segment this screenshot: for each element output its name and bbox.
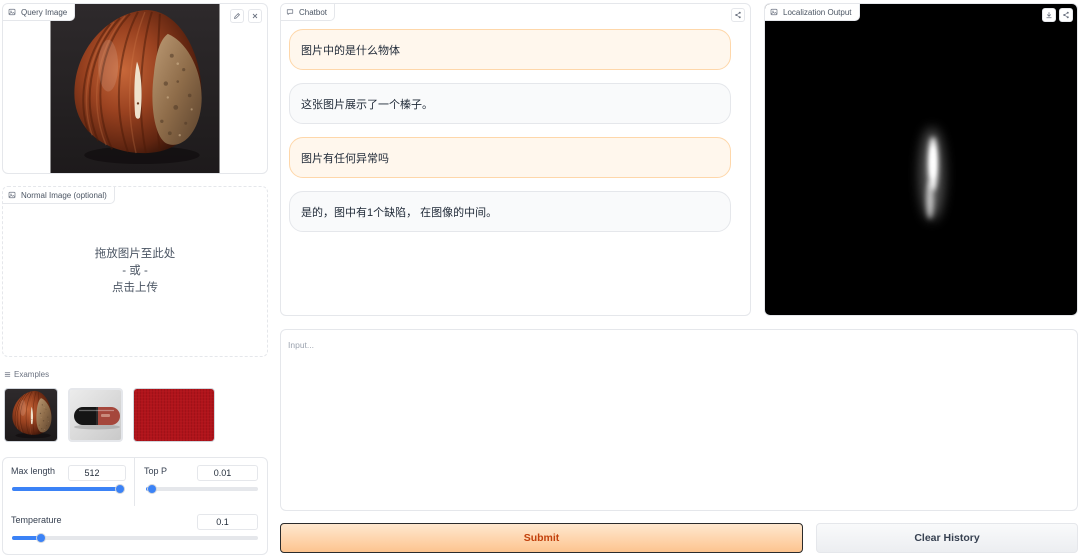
capsule-thumbnail-image bbox=[70, 390, 121, 440]
chat-icon bbox=[286, 8, 294, 16]
hazelnut-thumbnail-image bbox=[5, 389, 57, 441]
drop-text: 拖放图片至此处 bbox=[94, 248, 176, 260]
download-button[interactable] bbox=[1042, 8, 1056, 22]
image-icon bbox=[8, 8, 16, 16]
examples-label: Examples bbox=[4, 369, 49, 379]
localization-heatmap bbox=[920, 128, 944, 220]
user-message: 图片中的是什么物体 bbox=[289, 29, 731, 70]
message-input[interactable] bbox=[281, 330, 1077, 510]
upload-text: 点击上传 bbox=[112, 282, 158, 294]
anomaly-glow-peak bbox=[930, 146, 936, 178]
fabric-thumbnail-image bbox=[134, 389, 214, 441]
chatbot-label-text: Chatbot bbox=[299, 7, 328, 17]
normal-image-label-text: Normal Image (optional) bbox=[21, 190, 107, 200]
list-icon bbox=[4, 371, 11, 378]
bot-message: 这张图片展示了一个榛子。 bbox=[289, 83, 731, 124]
user-message: 图片有任何异常吗 bbox=[289, 137, 731, 178]
examples-label-text: Examples bbox=[14, 369, 50, 379]
slider-fill bbox=[12, 487, 120, 491]
example-thumbnail[interactable] bbox=[68, 388, 123, 442]
normal-image-label: Normal Image (optional) bbox=[3, 187, 115, 204]
slider-thumb[interactable] bbox=[35, 533, 46, 543]
column-divider bbox=[134, 458, 135, 506]
slider-track bbox=[12, 536, 258, 540]
chatbot-panel: Chatbot 图片中的是什么物体 这张图片展示了一个榛子。 图片有任何异常吗 … bbox=[280, 3, 751, 316]
message-list: 图片中的是什么物体 这张图片展示了一个榛子。 图片有任何异常吗 是的，图中有1个… bbox=[289, 29, 731, 232]
clear-history-button[interactable]: Clear History bbox=[816, 523, 1078, 553]
hazelnut-query-image bbox=[50, 4, 220, 173]
top-p-label: Top P bbox=[144, 466, 168, 476]
image-icon bbox=[770, 8, 778, 16]
edit-icon bbox=[233, 12, 241, 20]
generation-parameters-panel: Max length Top P Temperature bbox=[2, 457, 268, 555]
example-thumbnail[interactable] bbox=[4, 388, 58, 442]
temperature-label: Temperature bbox=[11, 515, 62, 525]
example-thumbnail[interactable] bbox=[133, 388, 215, 442]
bot-message: 是的，图中有1个缺陷， 在图像的中间。 bbox=[289, 191, 731, 232]
share-button[interactable] bbox=[731, 8, 745, 22]
max-length-label: Max length bbox=[11, 466, 56, 476]
temperature-slider[interactable] bbox=[12, 533, 258, 543]
slider-thumb[interactable] bbox=[147, 484, 158, 494]
image-icon bbox=[8, 191, 16, 199]
max-length-slider[interactable] bbox=[12, 484, 125, 494]
normal-image-panel: Normal Image (optional) 拖放图片至此处 - 或 - 点击… bbox=[2, 186, 268, 357]
slider-track bbox=[146, 487, 258, 491]
share-button[interactable] bbox=[1059, 8, 1073, 22]
top-p-slider[interactable] bbox=[146, 484, 258, 494]
max-length-input[interactable] bbox=[68, 465, 126, 481]
share-icon bbox=[734, 11, 742, 19]
temperature-input[interactable] bbox=[197, 514, 258, 530]
chatbot-label: Chatbot bbox=[281, 4, 336, 21]
query-image-label: Query Image bbox=[3, 4, 76, 21]
clear-image-button[interactable] bbox=[248, 9, 262, 23]
localization-label-text: Localization Output bbox=[783, 7, 852, 17]
query-image-panel: Query Image bbox=[2, 3, 268, 174]
query-image-label-text: Query Image bbox=[21, 7, 68, 17]
localization-output-panel: Localization Output bbox=[764, 3, 1078, 316]
submit-button[interactable]: Submit bbox=[280, 523, 803, 553]
top-p-input[interactable] bbox=[197, 465, 258, 481]
input-panel bbox=[280, 329, 1078, 511]
or-text: - 或 - bbox=[122, 265, 148, 277]
edit-button[interactable] bbox=[230, 9, 244, 23]
image-upload-dropzone[interactable]: 拖放图片至此处 - 或 - 点击上传 bbox=[3, 187, 267, 356]
localization-output-label: Localization Output bbox=[765, 4, 860, 21]
slider-thumb[interactable] bbox=[115, 484, 125, 494]
share-icon bbox=[1062, 11, 1070, 19]
download-icon bbox=[1045, 11, 1053, 19]
close-icon bbox=[251, 12, 259, 20]
